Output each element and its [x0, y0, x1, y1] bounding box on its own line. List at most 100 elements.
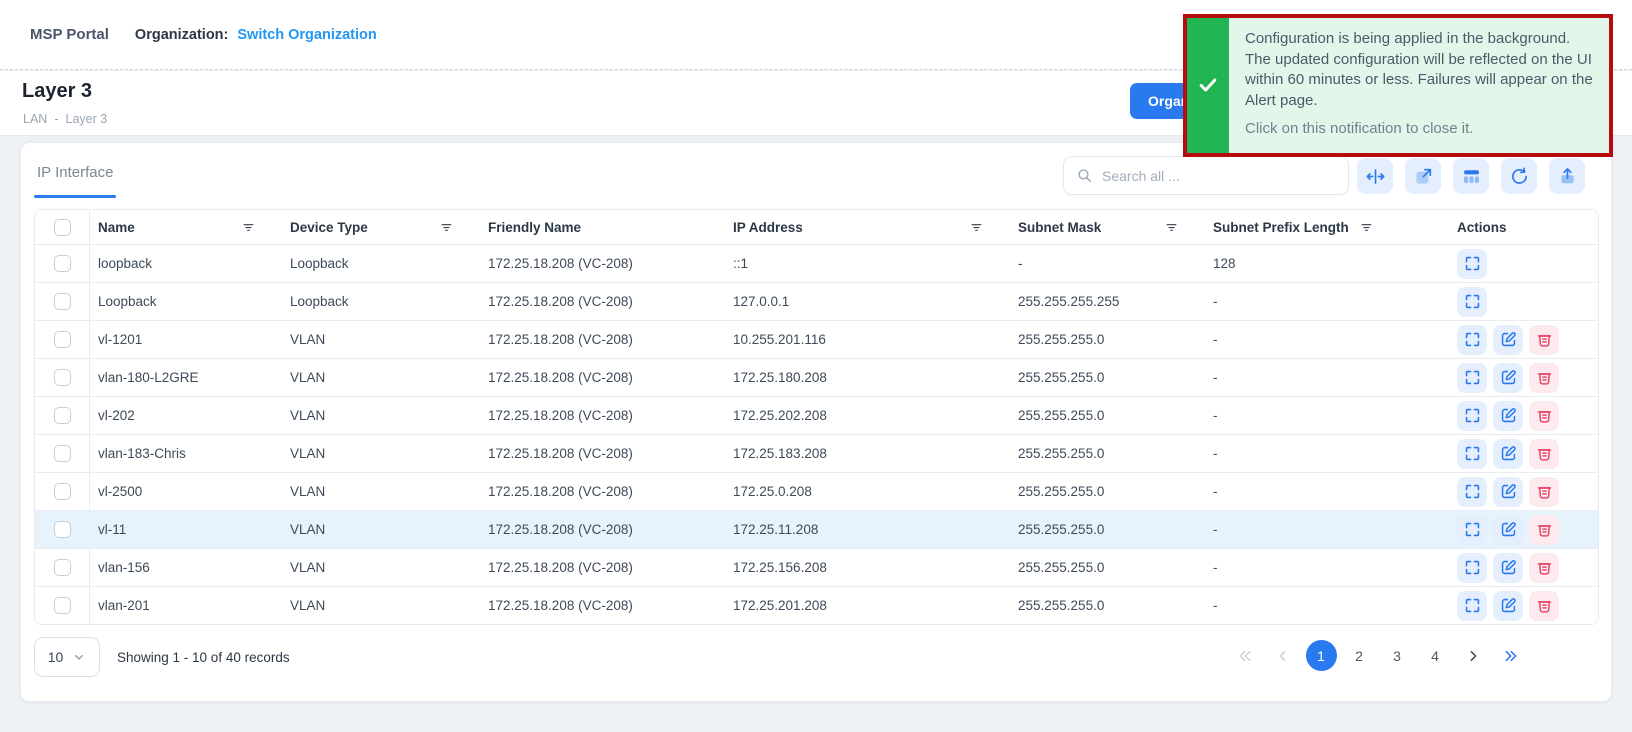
row-checkbox[interactable]	[54, 445, 71, 462]
cell-name: loopback	[90, 245, 282, 282]
expand-row-button[interactable]	[1457, 363, 1487, 393]
cell-friendly_name: 172.25.18.208 (VC-208)	[480, 587, 725, 624]
expand-row-button[interactable]	[1457, 591, 1487, 621]
pagination-page-4[interactable]: 4	[1416, 648, 1454, 664]
row-checkbox[interactable]	[54, 483, 71, 500]
search-input[interactable]	[1102, 168, 1336, 184]
cell-ip_address: 127.0.0.1	[725, 283, 1010, 320]
delete-row-button[interactable]	[1529, 591, 1559, 621]
expand-icon	[1463, 292, 1482, 311]
edit-row-button[interactable]	[1493, 439, 1523, 469]
cell-actions	[1400, 245, 1598, 282]
pagination-next-button[interactable]	[1454, 640, 1492, 671]
pagination-page-1-active[interactable]: 1	[1306, 640, 1337, 671]
row-checkbox[interactable]	[54, 255, 71, 272]
column-label-actions: Actions	[1457, 220, 1507, 235]
delete-row-button[interactable]	[1529, 477, 1559, 507]
columns-button[interactable]	[1453, 158, 1489, 194]
organization-link[interactable]: Switch Organization	[237, 27, 376, 43]
edit-row-button[interactable]	[1493, 553, 1523, 583]
delete-icon	[1535, 406, 1554, 425]
delete-row-button[interactable]	[1529, 553, 1559, 583]
refresh-icon	[1509, 166, 1530, 187]
cell-friendly_name: 172.25.18.208 (VC-208)	[480, 549, 725, 586]
cell-subnet_mask: 255.255.255.0	[1010, 549, 1205, 586]
page-size-select[interactable]: 10	[34, 637, 100, 677]
pagination-prev-button[interactable]	[1264, 640, 1302, 671]
filter-icon[interactable]	[1164, 220, 1179, 235]
row-checkbox[interactable]	[54, 597, 71, 614]
row-checkbox[interactable]	[54, 521, 71, 538]
pagination-first-button[interactable]	[1226, 640, 1264, 671]
cell-ip_address: ::1	[725, 245, 1010, 282]
filter-icon[interactable]	[439, 220, 454, 235]
select-all-checkbox[interactable]	[54, 219, 71, 236]
edit-row-button[interactable]	[1493, 325, 1523, 355]
filter-icon[interactable]	[241, 220, 256, 235]
table-row: vlan-183-ChrisVLAN172.25.18.208 (VC-208)…	[35, 434, 1598, 472]
table-row: vlan-201VLAN172.25.18.208 (VC-208)172.25…	[35, 586, 1598, 624]
cell-friendly_name: 172.25.18.208 (VC-208)	[480, 473, 725, 510]
breadcrumb-parent: LAN	[23, 112, 47, 126]
edit-row-button[interactable]	[1493, 363, 1523, 393]
column-label-ip_address: IP Address	[733, 220, 803, 235]
row-checkbox[interactable]	[54, 293, 71, 310]
row-checkbox[interactable]	[54, 559, 71, 576]
filter-icon[interactable]	[969, 220, 984, 235]
cell-subnet_mask: 255.255.255.0	[1010, 321, 1205, 358]
edit-row-button[interactable]	[1493, 401, 1523, 431]
app-title: MSP Portal	[30, 26, 109, 43]
column-header-ip_address: IP Address	[725, 210, 1010, 244]
row-select-cell	[35, 435, 90, 472]
edit-icon	[1499, 444, 1518, 463]
cell-ip_address: 172.25.156.208	[725, 549, 1010, 586]
open-external-button[interactable]	[1405, 158, 1441, 194]
header-select-cell	[35, 210, 90, 244]
row-select-cell	[35, 473, 90, 510]
delete-row-button[interactable]	[1529, 363, 1559, 393]
expand-row-button[interactable]	[1457, 477, 1487, 507]
edit-row-button[interactable]	[1493, 477, 1523, 507]
delete-row-button[interactable]	[1529, 515, 1559, 545]
cell-device_type: VLAN	[282, 473, 480, 510]
expand-row-button[interactable]	[1457, 553, 1487, 583]
cell-device_type: Loopback	[282, 245, 480, 282]
expand-row-button[interactable]	[1457, 325, 1487, 355]
cell-name: vlan-156	[90, 549, 282, 586]
row-select-cell	[35, 511, 90, 548]
cell-subnet_prefix_length: -	[1205, 283, 1400, 320]
expand-row-button[interactable]	[1457, 287, 1487, 317]
expand-row-button[interactable]	[1457, 515, 1487, 545]
export-button[interactable]	[1549, 158, 1585, 194]
delete-icon	[1535, 558, 1554, 577]
pagination-page-2[interactable]: 2	[1340, 648, 1378, 664]
cell-subnet_prefix_length: -	[1205, 435, 1400, 472]
table-row: vlan-180-L2GREVLAN172.25.18.208 (VC-208)…	[35, 358, 1598, 396]
search-box[interactable]	[1063, 156, 1349, 195]
column-resize-button[interactable]	[1357, 158, 1393, 194]
cell-subnet_prefix_length: -	[1205, 359, 1400, 396]
cell-subnet_prefix_length: -	[1205, 511, 1400, 548]
pagination-page-3[interactable]: 3	[1378, 648, 1416, 664]
cell-device_type: VLAN	[282, 587, 480, 624]
cell-subnet_prefix_length: -	[1205, 321, 1400, 358]
ip-interface-panel: IP Interface NameDevice TypeFriendly Nam…	[20, 142, 1612, 702]
edit-row-button[interactable]	[1493, 515, 1523, 545]
delete-row-button[interactable]	[1529, 439, 1559, 469]
expand-row-button[interactable]	[1457, 249, 1487, 279]
success-notification-toast[interactable]: Configuration is being applied in the ba…	[1183, 14, 1613, 157]
refresh-button[interactable]	[1501, 158, 1537, 194]
tab-ip-interface[interactable]: IP Interface	[37, 164, 113, 181]
pagination-last-button[interactable]	[1492, 640, 1530, 671]
edit-row-button[interactable]	[1493, 591, 1523, 621]
row-checkbox[interactable]	[54, 369, 71, 386]
row-checkbox[interactable]	[54, 407, 71, 424]
expand-row-button[interactable]	[1457, 439, 1487, 469]
row-select-cell	[35, 283, 90, 320]
row-checkbox[interactable]	[54, 331, 71, 348]
expand-row-button[interactable]	[1457, 401, 1487, 431]
delete-row-button[interactable]	[1529, 325, 1559, 355]
delete-row-button[interactable]	[1529, 401, 1559, 431]
filter-icon[interactable]	[1359, 220, 1374, 235]
cell-subnet_prefix_length: -	[1205, 549, 1400, 586]
